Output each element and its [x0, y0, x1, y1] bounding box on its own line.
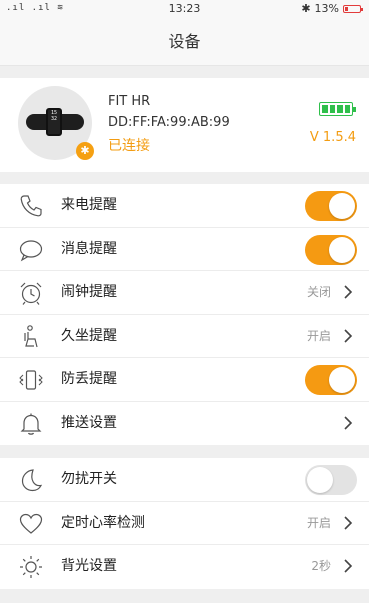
- device-card[interactable]: 15 32 ✱ FIT HR DD:FF:FA:99:AB:99 已连接 V 1.…: [0, 78, 369, 172]
- row-alarm-reminder[interactable]: 闹钟提醒 关闭: [0, 271, 369, 315]
- row-message-reminder[interactable]: 消息提醒: [0, 228, 369, 271]
- battery-percent: 13%: [314, 2, 339, 15]
- chevron-right-icon: [344, 515, 353, 530]
- chevron-right-icon: [344, 415, 353, 430]
- row-call-reminder[interactable]: 来电提醒: [0, 184, 369, 228]
- row-value: 2秒: [311, 559, 331, 573]
- alarm-clock-icon: [18, 280, 44, 306]
- moon-icon: [18, 467, 44, 493]
- fitness-band-icon: 15 32: [26, 108, 84, 136]
- sun-icon: [18, 554, 44, 580]
- bell-icon: [18, 411, 44, 437]
- row-label: 防丢提醒: [61, 371, 117, 387]
- connection-status: 已连接: [108, 138, 150, 154]
- anti-lost-icon: [18, 367, 44, 393]
- row-value: 关闭: [306, 285, 331, 299]
- device-mac: DD:FF:FA:99:AB:99: [108, 115, 230, 130]
- call-reminder-toggle[interactable]: [305, 191, 357, 221]
- row-anti-lost-reminder[interactable]: 防丢提醒: [0, 358, 369, 402]
- row-label: 背光设置: [61, 558, 117, 574]
- row-sedentary-reminder[interactable]: 久坐提醒 开启: [0, 315, 369, 358]
- row-label: 来电提醒: [61, 197, 117, 213]
- row-push-settings[interactable]: 推送设置: [0, 402, 369, 446]
- message-reminder-toggle[interactable]: [305, 234, 357, 265]
- do-not-disturb-toggle[interactable]: [305, 465, 357, 495]
- device-battery-icon: [319, 102, 356, 116]
- row-label: 推送设置: [61, 414, 117, 431]
- nav-bar: 设备: [0, 18, 369, 66]
- row-value: 开启: [306, 328, 331, 343]
- status-bar: .ıl .ıl ≋ 13:23 ✱ 13%: [0, 0, 369, 18]
- row-label: 勿扰开关: [61, 471, 117, 487]
- row-backlight-settings[interactable]: 背光设置 2秒: [0, 545, 369, 589]
- status-right: ✱ 13%: [301, 2, 363, 15]
- row-label: 定时心率检测: [61, 514, 145, 531]
- sedentary-icon: [18, 324, 44, 350]
- page-title: 设备: [168, 32, 201, 51]
- battery-icon: [343, 4, 363, 13]
- row-value: 开启: [306, 515, 331, 530]
- phone-icon: [18, 193, 44, 219]
- message-icon: [18, 237, 44, 263]
- chevron-right-icon: [344, 328, 353, 343]
- settings-group-notifications: 来电提醒 消息提醒 闹钟提醒 关闭 久坐提醒 开启 防丢提醒 推送设置: [0, 184, 369, 445]
- row-label: 闹钟提醒: [61, 284, 117, 300]
- heart-icon: [18, 511, 44, 537]
- settings-group-device: 勿扰开关 定时心率检测 开启 背光设置 2秒: [0, 458, 369, 589]
- bluetooth-status-icon: ✱: [301, 2, 311, 15]
- row-label: 消息提醒: [61, 240, 117, 257]
- chevron-right-icon: [344, 285, 353, 299]
- row-label: 久坐提醒: [61, 327, 117, 344]
- anti-lost-toggle[interactable]: [305, 365, 357, 395]
- device-name: FIT HR: [108, 94, 151, 109]
- firmware-version: V 1.5.4: [309, 130, 356, 145]
- bluetooth-badge-icon: ✱: [76, 142, 94, 160]
- row-do-not-disturb[interactable]: 勿扰开关: [0, 458, 369, 502]
- row-timed-heart-rate[interactable]: 定时心率检测 开启: [0, 502, 369, 545]
- chevron-right-icon: [344, 559, 353, 573]
